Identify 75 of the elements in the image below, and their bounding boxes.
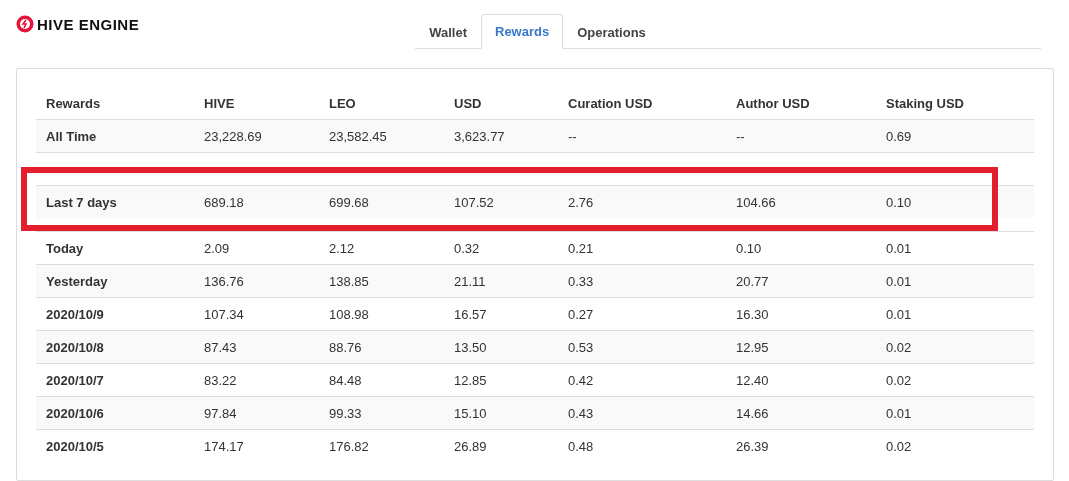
- table-cell-text: 0.02: [885, 339, 913, 355]
- row-label: 2020/10/8: [45, 339, 105, 355]
- table-cell-text: 699.68: [328, 194, 370, 210]
- table-cell-text: 174.17: [203, 438, 245, 454]
- table-cell-text: 0.32: [453, 240, 481, 256]
- table-cell-text: 0.01: [885, 405, 913, 421]
- column-header: USD: [453, 95, 483, 111]
- table-cell-text: 107.52: [453, 194, 495, 210]
- column-header: Curation USD: [567, 95, 654, 111]
- table-cell-text: 2.09: [203, 240, 231, 256]
- table-cell-text: 0.48: [567, 438, 595, 454]
- table-cell-text: 0.33: [567, 273, 595, 289]
- table-cell-text: 97.84: [203, 405, 238, 421]
- table-cell-text: 23,582.45: [328, 128, 388, 144]
- table-cell-text: 0.21: [567, 240, 595, 256]
- table-cell-text: 99.33: [328, 405, 363, 421]
- table-cell-text: 0.53: [567, 339, 595, 355]
- table-cell-text: 3,623.77: [453, 128, 506, 144]
- column-header: Rewards: [45, 95, 102, 111]
- brand-name: HIVE ENGINE: [37, 15, 140, 33]
- tab[interactable]: Wallet: [415, 14, 481, 49]
- row-label: 2020/10/5: [45, 438, 105, 454]
- tab[interactable]: Rewards: [481, 14, 564, 49]
- table-cell-text: 13.50: [453, 339, 488, 355]
- table-cell-text: 23,228.69: [203, 128, 263, 144]
- table-cell-text: 0.02: [885, 372, 913, 388]
- tab[interactable]: Operations: [563, 14, 660, 49]
- row-label: 2020/10/7: [45, 372, 105, 388]
- row-label: 2020/10/9: [45, 306, 105, 322]
- table-cell-text: 83.22: [203, 372, 238, 388]
- table-cell-text: 15.10: [453, 405, 488, 421]
- table-cell-text: 689.18: [203, 194, 245, 210]
- row-label: All Time: [45, 128, 98, 144]
- table-cell-text: 0.10: [885, 194, 913, 210]
- table-cell-text: 16.30: [735, 306, 770, 322]
- table-cell-text: 26.89: [453, 438, 488, 454]
- table-cell-text: 0.01: [885, 240, 913, 256]
- table-cell-text: 12.40: [735, 372, 770, 388]
- table-cell-text: 0.01: [885, 273, 913, 289]
- table-cell-text: 108.98: [328, 306, 370, 322]
- table-cell-text: --: [735, 128, 746, 144]
- row-label: Last 7 days: [45, 194, 118, 210]
- table-cell-text: 104.66: [735, 194, 777, 210]
- table-cell-text: 20.77: [735, 273, 770, 289]
- table-cell-text: --: [567, 128, 578, 144]
- table-cell-text: 0.01: [885, 306, 913, 322]
- table-cell-text: 12.85: [453, 372, 488, 388]
- table-cell-text: 14.66: [735, 405, 770, 421]
- column-header: Staking USD: [885, 95, 965, 111]
- table-cell-text: 136.76: [203, 273, 245, 289]
- table-cell-text: 2.76: [567, 194, 595, 210]
- row-label: Today: [45, 240, 85, 256]
- table-cell-text: 84.48: [328, 372, 363, 388]
- table-cell-text: 138.85: [328, 273, 370, 289]
- table-cell-text: 26.39: [735, 438, 770, 454]
- table-cell-text: 0.10: [735, 240, 763, 256]
- table-cell-text: 176.82: [328, 438, 370, 454]
- row-label: 2020/10/6: [45, 405, 105, 421]
- table-cell-text: 21.11: [453, 273, 487, 289]
- table-cell-text: 107.34: [203, 306, 245, 322]
- table-cell-text: 88.76: [328, 339, 363, 355]
- table-cell-text: 2.12: [328, 240, 356, 256]
- logo-icon: [16, 15, 34, 33]
- table-cell-text: 0.42: [567, 372, 595, 388]
- row-label: Yesterday: [45, 273, 109, 289]
- table-cell-text: 12.95: [735, 339, 770, 355]
- column-header: Author USD: [735, 95, 811, 111]
- table-cell-text: 87.43: [203, 339, 238, 355]
- table-cell-text: 0.27: [567, 306, 595, 322]
- table-cell-text: 0.69: [885, 128, 913, 144]
- table-cell-text: 16.57: [453, 306, 488, 322]
- table-cell-text: 0.43: [567, 405, 595, 421]
- column-header: HIVE: [203, 95, 236, 111]
- table-cell-text: 0.02: [885, 438, 913, 454]
- column-header: LEO: [328, 95, 357, 111]
